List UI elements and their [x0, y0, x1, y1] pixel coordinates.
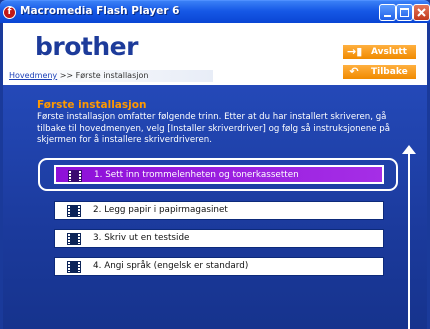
breadcrumb-separator: >> [59, 71, 74, 80]
film-icon [67, 261, 81, 273]
title-bar: f Macromedia Flash Player 6 [0, 0, 430, 23]
step-label: 3. Skriv ut en testside [93, 233, 190, 243]
exit-button-label: Avslutt [371, 47, 407, 57]
connector-line [408, 153, 410, 329]
page-title: Første installasjon [37, 99, 147, 111]
flash-player-icon[interactable]: f [3, 6, 16, 19]
exit-button[interactable]: →▮ Avslutt [343, 45, 416, 59]
step-button-3[interactable]: 3. Skriv ut en testside [54, 229, 384, 248]
film-icon [68, 170, 82, 182]
step-label: 2. Legg papir i papirmagasinet [93, 205, 228, 215]
page-description: Første installasjon omfatter følgende tr… [37, 112, 391, 145]
brother-logo: brother [35, 32, 138, 61]
back-button[interactable]: ↶ Tilbake [343, 65, 416, 79]
back-arrow-icon: ↶ [349, 65, 359, 78]
step-button-1[interactable]: 1. Sett inn trommelenheten og tonerkasse… [54, 165, 384, 184]
breadcrumb-current: Første installasjon [75, 71, 149, 80]
window-title: Macromedia Flash Player 6 [20, 5, 180, 17]
step-label: 1. Sett inn trommelenheten og tonerkasse… [94, 170, 299, 180]
step-button-4[interactable]: 4. Angi språk (engelsk er standard) [54, 257, 384, 276]
breadcrumb-home-link[interactable]: Hovedmeny [9, 71, 57, 80]
exit-icon: →▮ [347, 45, 363, 58]
breadcrumb: Hovedmeny >> Første installasjon [3, 70, 213, 82]
maximize-button[interactable] [396, 4, 413, 21]
main-panel: Første installasjon Første installasjon … [3, 85, 427, 329]
step-button-2[interactable]: 2. Legg papir i papirmagasinet [54, 201, 384, 220]
minimize-icon [384, 15, 391, 17]
step-label: 4. Angi språk (engelsk er standard) [93, 261, 249, 271]
close-button[interactable] [413, 4, 430, 21]
film-icon [67, 233, 81, 245]
maximize-icon [400, 8, 409, 17]
film-icon [67, 205, 81, 217]
header: brother Hovedmeny >> Første installasjon… [3, 23, 427, 85]
back-button-label: Tilbake [371, 67, 408, 77]
close-icon [417, 8, 426, 17]
minimize-button[interactable] [379, 4, 396, 21]
